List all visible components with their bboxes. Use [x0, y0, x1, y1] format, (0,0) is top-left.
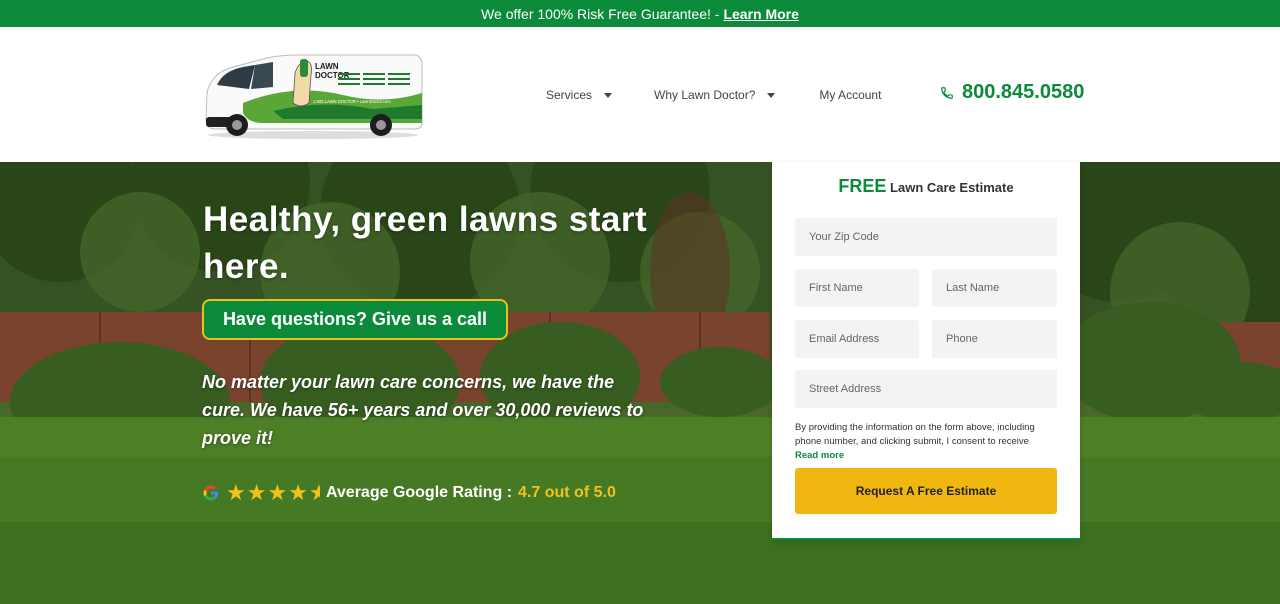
- phone-input[interactable]: [932, 320, 1057, 358]
- nav-services[interactable]: Services: [546, 88, 613, 102]
- first-name-input[interactable]: [795, 269, 919, 307]
- rating-value: 4.7 out of 5.0: [518, 484, 616, 501]
- hero-subheading: No matter your lawn care concerns, we ha…: [202, 372, 644, 448]
- form-title-free: FREE: [838, 176, 887, 196]
- consent-text: By providing the information on the form…: [795, 422, 1035, 447]
- google-rating: ★ ★ ★ ★ ★ Average Google Rating : 4.7 ou…: [202, 482, 616, 504]
- chevron-down-icon: [604, 92, 613, 98]
- learn-more-link[interactable]: Learn More: [723, 6, 798, 22]
- nav-services-label: Services: [546, 88, 593, 102]
- call-us-button[interactable]: Have questions? Give us a call: [202, 299, 508, 340]
- half-star-icon: ★: [308, 482, 320, 504]
- nav-why-lawn-doctor[interactable]: Why Lawn Doctor?: [654, 88, 776, 102]
- nav-account-label: My Account: [819, 88, 882, 102]
- star-icon: ★: [246, 480, 267, 505]
- hero-section: Healthy, green lawns start here. Have qu…: [0, 162, 1280, 604]
- rating-label: Average Google Rating :: [325, 484, 513, 501]
- nav-why-label: Why Lawn Doctor?: [654, 88, 756, 102]
- street-address-input[interactable]: [795, 370, 1057, 408]
- lawn-doctor-van-logo[interactable]: LAWN DOCTOR 1.800.LAWN DOCTOR • LawnDoct…: [203, 53, 425, 139]
- nav-my-account[interactable]: My Account: [819, 88, 881, 102]
- chevron-down-icon: [767, 92, 776, 98]
- rating-stars: ★ ★ ★ ★ ★: [226, 482, 320, 504]
- top-banner: We offer 100% Risk Free Guarantee! - Lea…: [0, 0, 1280, 27]
- star-icon: ★: [226, 480, 246, 505]
- phone-number: 800.845.0580: [962, 81, 1085, 103]
- request-estimate-button[interactable]: Request A Free Estimate: [795, 468, 1057, 514]
- banner-text: We offer 100% Risk Free Guarantee! -: [481, 5, 720, 22]
- zip-code-input[interactable]: [795, 218, 1057, 256]
- star-icon: ★: [267, 480, 288, 505]
- header-phone[interactable]: 800.845.0580: [940, 81, 1084, 104]
- hero-heading: Healthy, green lawns start here.: [203, 200, 648, 286]
- svg-text:LAWN: LAWN: [315, 62, 339, 71]
- phone-icon: [941, 86, 953, 99]
- star-icon: ★: [288, 480, 308, 505]
- read-more-link[interactable]: Read more: [795, 450, 844, 461]
- email-input[interactable]: [795, 320, 919, 358]
- main-nav: Services Why Lawn Doctor? My Account: [546, 88, 881, 102]
- site-header: LAWN DOCTOR 1.800.LAWN DOCTOR • LawnDoct…: [0, 27, 1280, 162]
- last-name-input[interactable]: [932, 269, 1057, 307]
- form-title: FREE Lawn Care Estimate: [772, 176, 1080, 197]
- estimate-form: FREE Lawn Care Estimate By providing the…: [772, 162, 1080, 540]
- svg-text:1.800.LAWN DOCTOR • LawnDoctor: 1.800.LAWN DOCTOR • LawnDoctor.com: [313, 99, 391, 104]
- form-title-rest: Lawn Care Estimate: [890, 180, 1014, 195]
- google-icon: [203, 485, 219, 501]
